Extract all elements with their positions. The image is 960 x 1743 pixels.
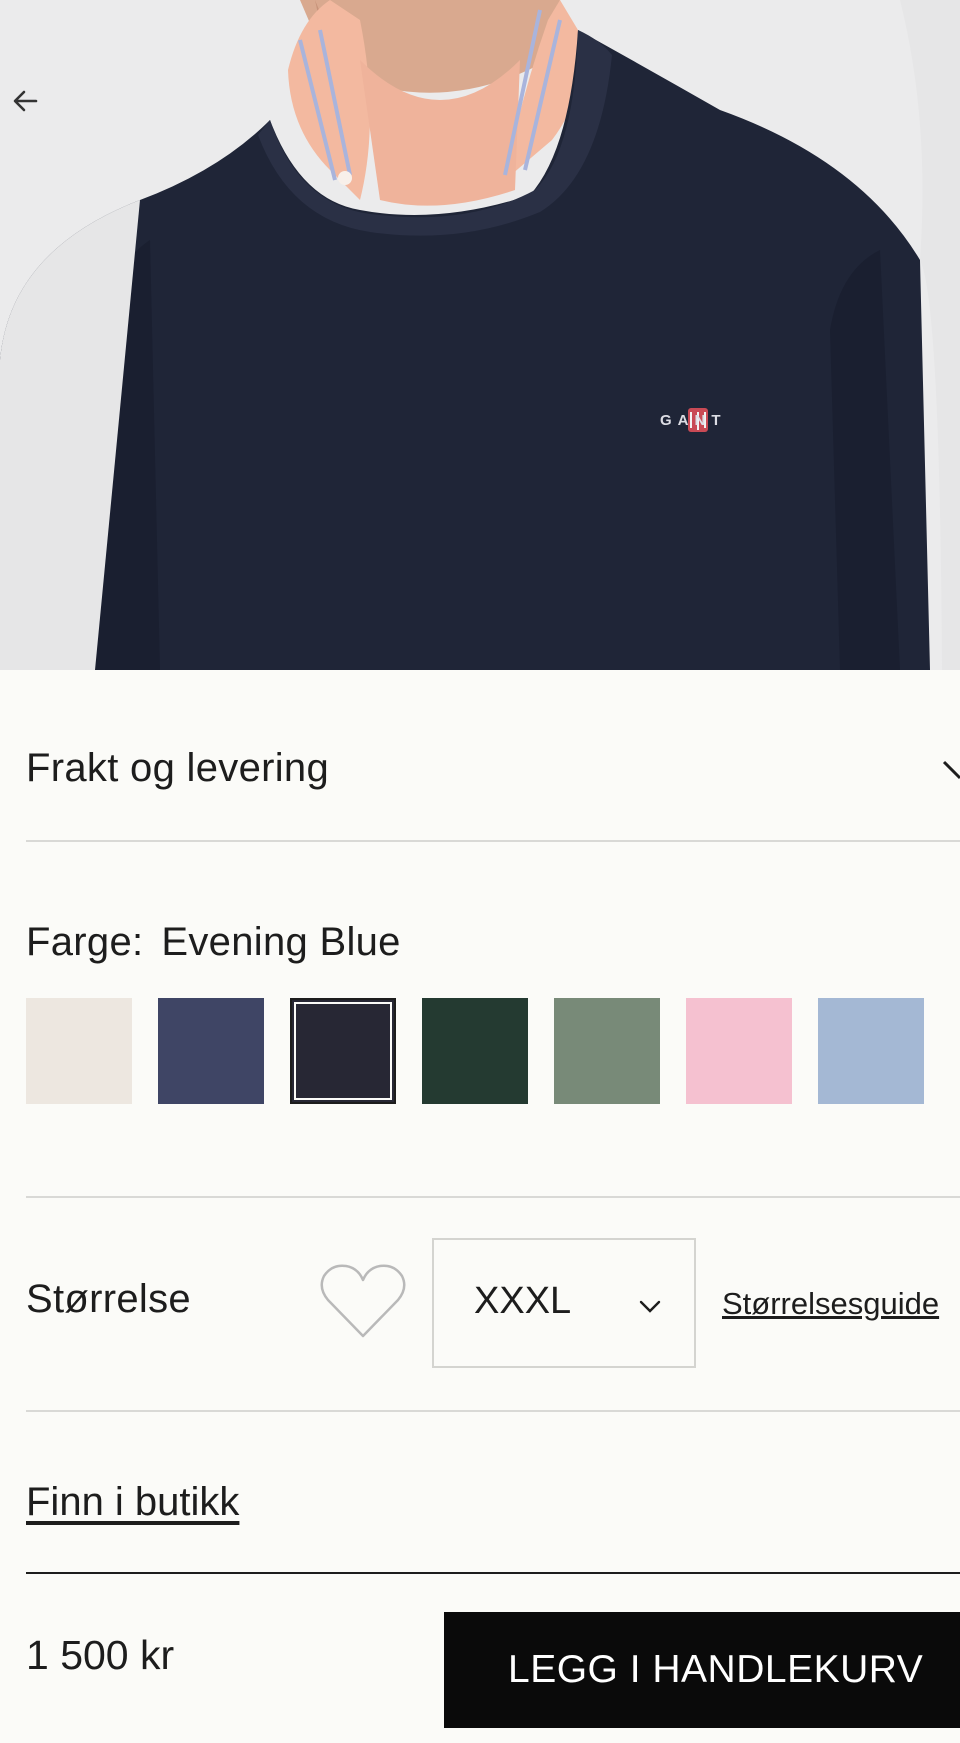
color-swatch[interactable] (554, 998, 660, 1104)
color-swatch[interactable] (686, 998, 792, 1104)
heart-icon (320, 1264, 406, 1338)
color-swatch[interactable] (290, 998, 396, 1104)
color-swatch-list (26, 998, 960, 1104)
selected-color-name: Evening Blue (161, 920, 401, 964)
color-swatch[interactable] (818, 998, 924, 1104)
brand-logo-text: GANT (660, 412, 727, 429)
color-heading: Farge: Evening Blue (26, 920, 401, 965)
arrow-left-icon (13, 90, 38, 112)
back-button[interactable] (10, 86, 50, 126)
color-swatch[interactable] (26, 998, 132, 1104)
color-swatch[interactable] (422, 998, 528, 1104)
size-select[interactable]: XXXL (432, 1238, 696, 1368)
price: 1 500 kr (26, 1632, 175, 1678)
product-photo (0, 0, 960, 670)
add-to-cart-button[interactable]: LEGG I HANDLEKURV (444, 1612, 960, 1728)
shipping-accordion-label: Frakt og levering (26, 746, 330, 790)
find-in-store-link[interactable]: Finn i butikk (26, 1480, 239, 1525)
wishlist-button[interactable] (318, 1262, 408, 1342)
color-swatch[interactable] (158, 998, 264, 1104)
chevron-down-icon (639, 1300, 661, 1313)
size-label: Størrelse (26, 1277, 191, 1321)
divider (26, 1196, 960, 1198)
size-select-value: XXXL (474, 1280, 572, 1322)
divider (26, 1410, 960, 1412)
divider (26, 1572, 960, 1574)
chevron-down-icon (942, 760, 960, 780)
shipping-accordion[interactable]: Frakt og levering (26, 718, 960, 842)
size-guide-link[interactable]: Størrelsesguide (722, 1286, 939, 1322)
product-image: GANT (0, 0, 960, 670)
color-label: Farge: (26, 920, 144, 964)
